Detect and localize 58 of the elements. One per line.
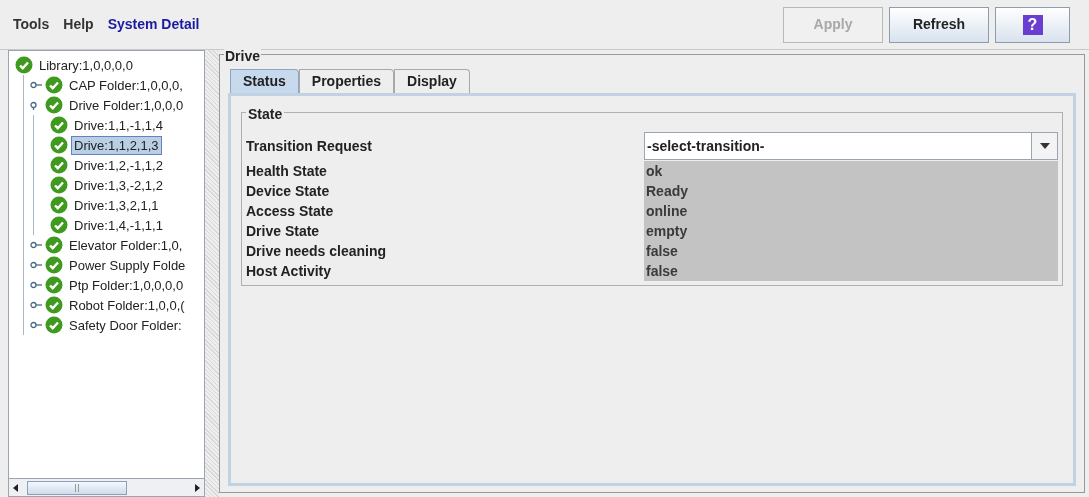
tab[interactable]: Properties xyxy=(298,69,395,93)
check-icon xyxy=(50,196,68,214)
tree-item[interactable]: Drive:1,1,-1,1,4 xyxy=(71,115,166,135)
field-label: Host Activity xyxy=(246,261,333,281)
menu-item[interactable]: System Detail xyxy=(107,14,200,35)
horizontal-scrollbar[interactable] xyxy=(9,478,204,496)
menu-item[interactable]: Help xyxy=(63,14,94,35)
check-icon xyxy=(15,56,33,74)
field-value: Ready xyxy=(644,181,1058,201)
check-icon xyxy=(45,276,63,294)
check-icon xyxy=(45,76,63,94)
tree-item[interactable]: Library:1,0,0,0,0 xyxy=(36,55,136,75)
field-label: Drive needs cleaning xyxy=(246,241,388,261)
check-icon xyxy=(50,116,68,134)
refresh-button[interactable]: Refresh xyxy=(889,6,989,43)
tree-item[interactable]: Drive:1,4,-1,1,1 xyxy=(71,215,166,235)
collapsed-handle-icon[interactable] xyxy=(30,280,42,290)
tree-item[interactable]: Drive:1,2,-1,1,2 xyxy=(71,155,166,175)
tree-item[interactable]: CAP Folder:1,0,0,0, xyxy=(66,75,186,95)
field-label: Drive State xyxy=(246,221,321,241)
check-icon xyxy=(45,96,63,114)
check-icon xyxy=(45,236,63,254)
field-value: empty xyxy=(644,221,1058,241)
help-button[interactable]: ? xyxy=(995,6,1070,43)
field-value: false xyxy=(644,241,1058,261)
menu-item[interactable]: Tools xyxy=(13,14,50,35)
check-icon xyxy=(50,216,68,234)
tree-item[interactable]: Power Supply Folde xyxy=(66,255,189,275)
field-value: online xyxy=(644,201,1058,221)
collapsed-handle-icon[interactable] xyxy=(30,240,42,250)
tab[interactable]: Status xyxy=(230,69,299,93)
field-value: ok xyxy=(644,161,1058,181)
check-icon xyxy=(50,156,68,174)
check-icon xyxy=(45,316,63,334)
tree-item[interactable]: Drive Folder:1,0,0,0 xyxy=(66,95,187,115)
caret-icon xyxy=(1039,143,1050,149)
check-icon xyxy=(50,176,68,194)
field-label: Transition Request xyxy=(246,136,374,156)
collapsed-handle-icon[interactable] xyxy=(30,300,42,310)
tree-item[interactable]: Drive:1,1,2,1,3 xyxy=(71,135,162,155)
field-label: Access State xyxy=(246,201,335,221)
tree-item[interactable]: Safety Door Folder: xyxy=(66,315,185,335)
transition-dropdown[interactable]: -select-transition- xyxy=(644,132,1058,160)
field-value: false xyxy=(644,261,1058,281)
field-label: Device State xyxy=(246,181,331,201)
tree-item[interactable]: Drive:1,3,-2,1,2 xyxy=(71,175,166,195)
field-label: Health State xyxy=(246,161,328,181)
tab[interactable]: Display xyxy=(394,69,470,93)
tree-item[interactable]: Elevator Folder:1,0, xyxy=(66,235,186,255)
collapsed-handle-icon[interactable] xyxy=(30,320,42,330)
collapsed-handle-icon[interactable] xyxy=(30,260,42,270)
check-icon xyxy=(45,256,63,274)
tree-item[interactable]: Robot Folder:1,0,0,( xyxy=(66,295,188,315)
check-icon xyxy=(45,296,63,314)
tree-item[interactable]: Ptp Folder:1,0,0,0,0 xyxy=(66,275,187,295)
tree-item[interactable]: Drive:1,3,2,1,1 xyxy=(71,195,162,215)
collapsed-handle-icon[interactable] xyxy=(30,80,42,90)
check-icon xyxy=(50,136,68,154)
